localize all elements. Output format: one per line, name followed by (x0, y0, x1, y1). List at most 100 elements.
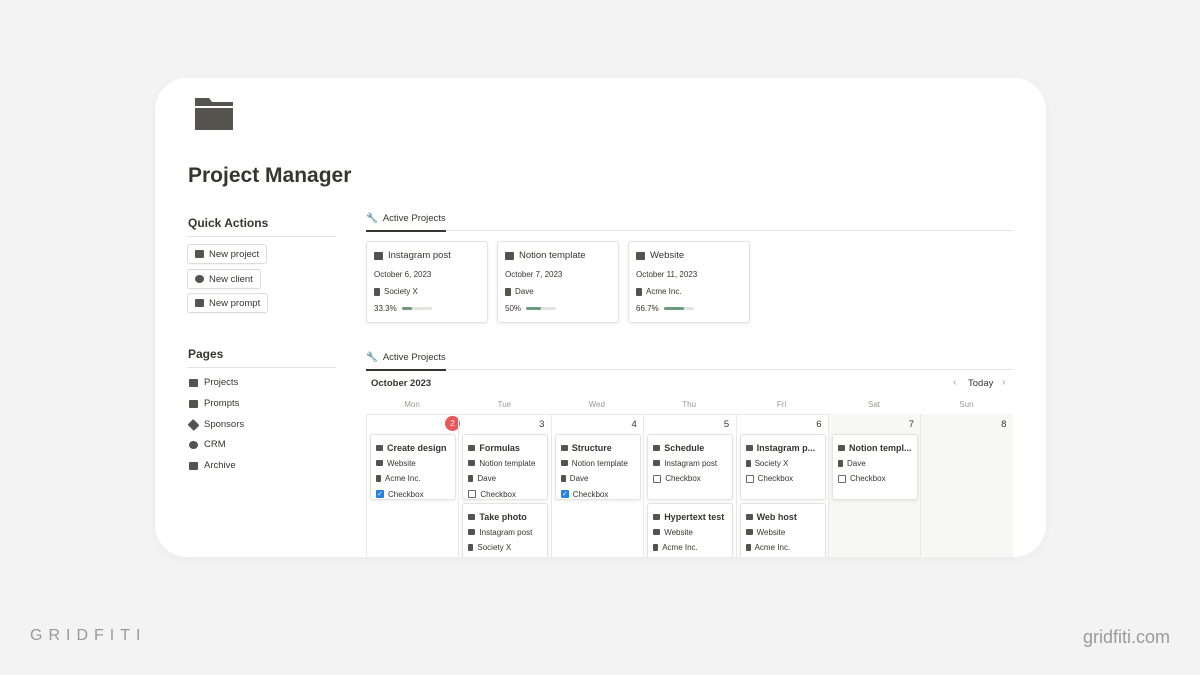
folder-icon (838, 444, 845, 451)
checkbox[interactable] (468, 490, 477, 499)
tab-active-projects-gallery[interactable]: 🔧 Active Projects (366, 213, 446, 232)
event-title: Take photo (479, 511, 527, 522)
gridfiti-url: gridfiti.com (1082, 627, 1170, 647)
calendar-day-cell[interactable] (920, 414, 1013, 557)
copy-icon (195, 299, 204, 307)
event-project: Notion template (479, 458, 536, 468)
new-project-button[interactable]: New project (187, 244, 268, 264)
card-title: Website (636, 250, 742, 261)
cube-icon (189, 461, 198, 470)
folder-icon (653, 529, 661, 536)
calendar-event-card[interactable]: Formulas Notion template Dave Checkbox (462, 434, 549, 500)
weekday-label: Mon (404, 400, 420, 409)
new-prompt-button[interactable]: New prompt (187, 293, 269, 313)
project-card[interactable]: Website October 11, 2023 Acme Inc. 66.7% (628, 241, 750, 323)
page-link-sponsors[interactable]: Sponsors (187, 418, 245, 431)
event-project: Website (664, 527, 693, 537)
building-icon (505, 287, 511, 296)
card-date: October 6, 2023 (374, 270, 432, 279)
card-progress: 50% (505, 304, 611, 313)
next-month-button[interactable]: › (1002, 377, 1005, 388)
button-label: New client (209, 273, 253, 285)
folder-icon (653, 460, 661, 467)
progress-label: 66.7% (636, 304, 659, 313)
divider (366, 230, 1013, 231)
folder-icon (468, 513, 476, 520)
page-link-label: Archive (204, 460, 236, 471)
progress-bar (663, 307, 694, 310)
progress-bar (401, 307, 432, 310)
project-card[interactable]: Notion template October 7, 2023 Dave 50% (497, 241, 619, 323)
folder-icon (653, 513, 661, 520)
event-client: Dave (569, 474, 589, 484)
checkbox[interactable]: ✓ (376, 490, 384, 499)
checkbox-label: Checkbox (480, 489, 516, 499)
event-title: Structure (571, 442, 612, 453)
tab-active-projects-calendar[interactable]: 🔧 Active Projects (366, 352, 446, 371)
event-client: Society X (754, 458, 789, 468)
folder-icon (468, 529, 476, 536)
page-link-label: Projects (204, 377, 239, 388)
notion-page: Project Manager Quick Actions New projec… (155, 78, 1046, 557)
building-icon (745, 459, 751, 467)
checkbox[interactable] (838, 474, 846, 483)
date-number: 6 (816, 419, 822, 430)
page-link-projects[interactable]: Projects (189, 377, 238, 388)
card-progress: 33.3% (374, 304, 480, 313)
building-icon (838, 459, 843, 467)
building-icon (468, 475, 474, 483)
tab-label: Active Projects (382, 213, 446, 224)
event-title: Instagram p... (756, 442, 816, 453)
card-title-text: Instagram post (388, 250, 451, 261)
prev-month-button[interactable]: ‹ (953, 377, 956, 388)
calendar-month: October 2023 (371, 378, 432, 389)
progress-label: 50% (505, 304, 522, 313)
folder-icon (189, 378, 198, 387)
folder-icon (653, 444, 661, 451)
pages-heading: Pages (188, 347, 224, 361)
checkbox[interactable]: ✓ (560, 490, 569, 499)
divider (366, 369, 1013, 370)
event-title: Create design (387, 442, 447, 453)
folder-plus-icon (195, 250, 204, 258)
building-icon (745, 544, 751, 552)
checkbox-label: Checkbox (388, 489, 424, 499)
card-title: Notion template (505, 250, 611, 261)
checkbox[interactable] (745, 474, 754, 483)
new-client-button[interactable]: New client (187, 269, 261, 289)
calendar-event-card[interactable]: Take photoInstagram postSociety X✓Checkb… (462, 503, 549, 557)
card-client-text: Dave (515, 287, 534, 296)
page-link-prompts[interactable]: Prompts (189, 398, 239, 409)
calendar-event-card[interactable]: Instagram p... Society X Checkbox (739, 434, 826, 500)
calendar-event-card[interactable]: Notion templ... Dave Checkbox (832, 434, 918, 500)
building-icon (374, 287, 380, 296)
checkbox-label: Checkbox (757, 474, 794, 484)
user-icon (189, 440, 198, 449)
calendar-event-card[interactable]: Web hostWebsiteAcme Inc.Checkbox (739, 503, 826, 557)
page-link-label: Sponsors (204, 419, 245, 430)
card-client: Acme Inc. (636, 287, 742, 296)
today-button[interactable]: Today (968, 378, 993, 389)
page-link-label: CRM (204, 439, 226, 450)
page-link-crm[interactable]: CRM (189, 439, 226, 450)
folder-icon (376, 444, 383, 451)
weekday-label: Fri (776, 400, 787, 409)
calendar-event-card[interactable]: Structure Notion template Dave ✓ Checkbox (554, 434, 641, 500)
event-client: Acme Inc. (754, 543, 791, 553)
checkbox[interactable] (653, 474, 662, 483)
progress-label: 33.3% (374, 304, 397, 313)
folder-icon (745, 529, 753, 536)
page-link-archive[interactable]: Archive (189, 460, 236, 471)
card-date: October 11, 2023 (636, 270, 698, 279)
date-number: 5 (723, 419, 730, 430)
card-client-text: Acme Inc. (646, 287, 682, 296)
calendar-event-card[interactable]: Create design Website Acme Inc. ✓ Checkbox (370, 434, 456, 500)
event-title: Hypertext test (664, 511, 725, 522)
event-title: Formulas (479, 442, 520, 453)
calendar-event-card[interactable]: Schedule Instagram post Checkbox (647, 434, 734, 500)
project-card[interactable]: Instagram post October 6, 2023 Society X… (366, 241, 488, 323)
button-label: New project (209, 248, 260, 260)
folder-icon (374, 251, 383, 260)
folder-icon (376, 460, 383, 467)
calendar-event-card[interactable]: Hypertext testWebsiteAcme Inc.✓Checkbox (647, 503, 734, 557)
